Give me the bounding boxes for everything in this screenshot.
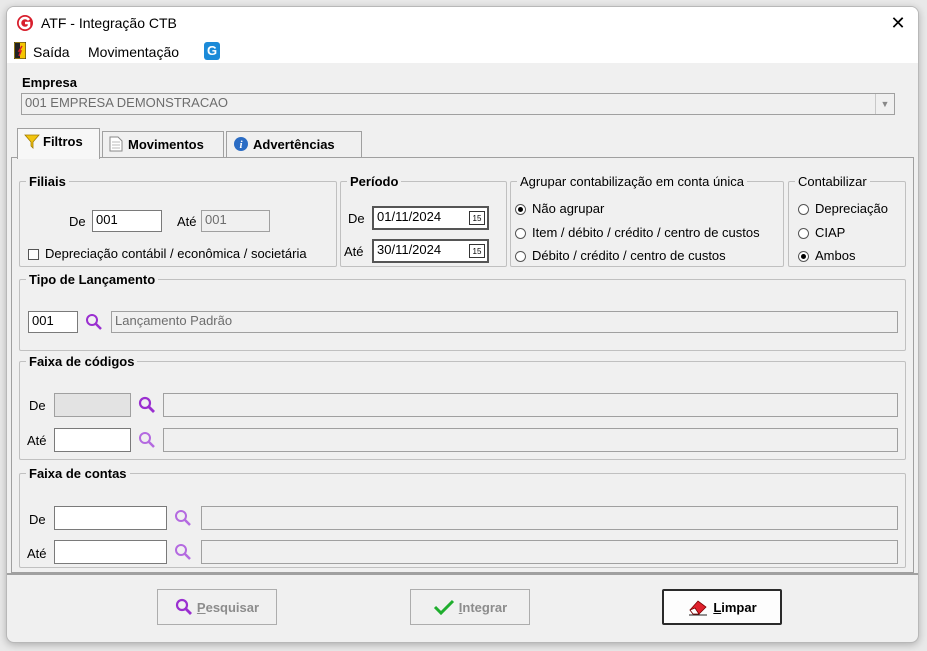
depreciacao-checkbox[interactable]: Depreciação contábil / econômica / socie… — [28, 246, 307, 261]
app-logo-icon — [17, 15, 33, 31]
periodo-legend: Período — [350, 174, 399, 189]
filiais-ate-label: Até — [177, 214, 197, 229]
faixa-contas-de-description — [201, 506, 898, 530]
radio-ciap-label: CIAP — [815, 225, 846, 240]
tipo-lancamento-legend: Tipo de Lançamento — [29, 272, 156, 287]
filiais-de-input[interactable]: 001 — [92, 210, 162, 232]
radio-indicator[interactable] — [798, 228, 809, 240]
tab-filtros[interactable]: Filtros — [17, 128, 100, 159]
filtros-panel: Filiais De 001 Até 001 Depreciação contá… — [11, 157, 914, 573]
calendar-icon[interactable]: 15 — [469, 211, 485, 225]
faixa-codigos-de-description — [163, 393, 898, 417]
periodo-de-value: 01/11/2024 — [377, 209, 442, 224]
menu-bar: Saída Movimentação G — [7, 39, 918, 63]
faixa-contas-de-input[interactable] — [54, 506, 167, 530]
info-icon: i — [234, 137, 248, 151]
faixa-codigos-ate-label: Até — [27, 433, 47, 448]
periodo-ate-input[interactable]: 30/11/2024 15 — [372, 239, 489, 263]
radio-depreciacao[interactable]: Depreciação — [798, 201, 888, 216]
faixa-contas-legend: Faixa de contas — [29, 466, 127, 481]
radio-indicator[interactable] — [515, 228, 526, 240]
search-icon[interactable] — [138, 396, 156, 414]
filiais-legend: Filiais — [29, 174, 66, 189]
search-icon[interactable] — [174, 509, 192, 527]
integrar-label: Integrar — [458, 599, 508, 615]
radio-depreciacao-label: Depreciação — [815, 201, 888, 216]
periodo-ate-label: Até — [344, 244, 364, 259]
faixa-contas-ate-input[interactable] — [54, 540, 167, 564]
radio-ciap[interactable]: CIAP — [798, 225, 845, 240]
tab-movimentos-label: Movimentos — [128, 137, 204, 152]
faixa-contas-ate-label: Até — [27, 546, 47, 561]
tab-advertencias[interactable]: i Advertências — [226, 131, 362, 159]
eraser-icon — [689, 600, 708, 616]
title-bar: ATF - Integração CTB ✕ — [7, 7, 918, 39]
radio-ambos[interactable]: Ambos — [798, 248, 855, 263]
faixa-codigos-de-input[interactable] — [54, 393, 131, 417]
close-button[interactable]: ✕ — [887, 12, 909, 34]
filter-icon — [24, 134, 40, 149]
radio-debito-credito[interactable]: Débito / crédito / centro de custos — [515, 248, 726, 263]
filiais-ate-input[interactable]: 001 — [201, 210, 270, 232]
periodo-de-label: De — [348, 211, 365, 226]
search-icon[interactable] — [174, 543, 192, 561]
faixa-codigos-de-label: De — [29, 398, 46, 413]
tab-advertencias-label: Advertências — [253, 137, 335, 152]
faixa-codigos-ate-description — [163, 428, 898, 452]
filiais-de-label: De — [69, 214, 86, 229]
empresa-value: 001 EMPRESA DEMONSTRACAO — [25, 95, 228, 110]
calendar-icon[interactable]: 15 — [469, 244, 485, 258]
pesquisar-label: Pesquisar — [196, 599, 260, 615]
search-icon[interactable] — [85, 313, 103, 331]
button-bar-divider — [7, 573, 918, 575]
radio-item-debito-credito-label: Item / débito / crédito / centro de cust… — [532, 225, 760, 240]
faixa-codigos-ate-input[interactable] — [54, 428, 131, 452]
limpar-button[interactable]: Limpar — [662, 589, 782, 625]
faixa-contas-ate-description — [201, 540, 898, 564]
main-window: ATF - Integração CTB ✕ Saída Movimentaçã… — [6, 6, 919, 643]
radio-indicator[interactable] — [798, 204, 809, 216]
empresa-label: Empresa — [22, 75, 77, 90]
radio-ambos-label: Ambos — [815, 248, 856, 263]
radio-indicator[interactable] — [798, 251, 809, 263]
tipo-lancamento-code-input[interactable]: 001 — [28, 311, 78, 333]
menu-movimentacao[interactable]: Movimentação — [88, 44, 179, 60]
window-title: ATF - Integração CTB — [41, 15, 177, 31]
checkbox-box[interactable] — [28, 249, 39, 261]
document-icon — [109, 136, 123, 152]
radio-item-debito-credito[interactable]: Item / débito / crédito / centro de cust… — [515, 225, 760, 240]
radio-indicator[interactable] — [515, 204, 526, 216]
limpar-label: Limpar — [713, 599, 757, 615]
checkmark-icon — [433, 599, 454, 616]
radio-nao-agrupar[interactable]: Não agrupar — [515, 201, 604, 216]
radio-nao-agrupar-label: Não agrupar — [532, 201, 605, 216]
help-icon[interactable]: G — [204, 42, 220, 60]
tab-movimentos[interactable]: Movimentos — [102, 131, 224, 159]
tipo-lancamento-description: Lançamento Padrão — [111, 311, 898, 333]
exit-icon — [14, 42, 26, 59]
faixa-contas-de-label: De — [29, 512, 46, 527]
contabilizar-legend: Contabilizar — [798, 174, 867, 189]
menu-saida[interactable]: Saída — [33, 44, 70, 60]
periodo-de-input[interactable]: 01/11/2024 15 — [372, 206, 489, 230]
tab-filtros-label: Filtros — [43, 134, 83, 149]
search-icon — [175, 598, 192, 615]
agrupar-legend: Agrupar contabilização em conta única — [520, 174, 745, 189]
search-icon[interactable] — [138, 431, 156, 449]
integrar-button[interactable]: Integrar — [410, 589, 530, 625]
pesquisar-button[interactable]: Pesquisar — [157, 589, 277, 625]
faixa-codigos-legend: Faixa de códigos — [29, 354, 135, 369]
empresa-select[interactable]: 001 EMPRESA DEMONSTRACAO ▼ — [21, 93, 895, 115]
radio-indicator[interactable] — [515, 251, 526, 263]
chevron-down-icon[interactable]: ▼ — [875, 94, 894, 114]
depreciacao-checkbox-label: Depreciação contábil / econômica / socie… — [45, 246, 307, 261]
radio-debito-credito-label: Débito / crédito / centro de custos — [532, 248, 726, 263]
periodo-ate-value: 30/11/2024 — [377, 242, 442, 257]
